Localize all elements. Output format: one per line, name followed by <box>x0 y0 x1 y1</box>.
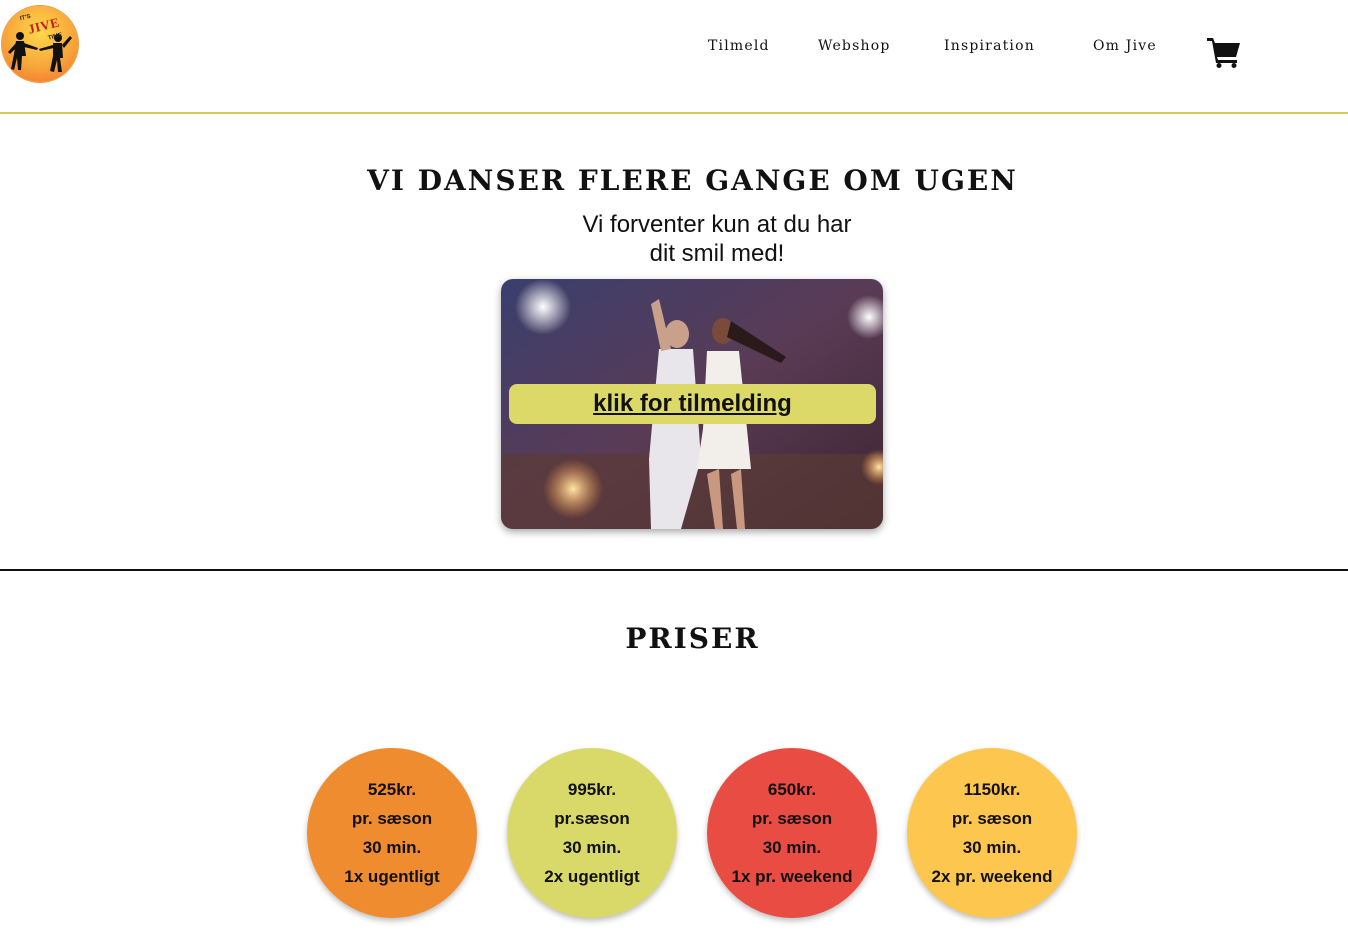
logo[interactable]: IT'S JIVE TIME <box>2 6 78 82</box>
price-frequency: 2x ugentligt <box>544 867 640 886</box>
price-period: pr.sæson <box>554 809 630 828</box>
signup-cta-button[interactable]: klik for tilmelding <box>509 384 876 424</box>
price-frequency: 2x pr. weekend <box>931 867 1053 886</box>
nav-item-om-jive[interactable]: Om Jive <box>1093 38 1157 54</box>
site-header: IT'S JIVE TIME Tilmeld Webshop Inspirati… <box>0 0 1348 114</box>
price-duration: 30 min. <box>362 838 422 857</box>
price-period: pr. sæson <box>351 809 433 828</box>
shopping-cart-icon[interactable] <box>1206 36 1242 68</box>
pricing-title: PRISER <box>625 622 760 655</box>
price-frequency: 1x pr. weekend <box>731 867 853 886</box>
hero-subtitle: Vi forventer kun at du har dit smil med! <box>0 210 1348 268</box>
price-amount: 995kr. <box>567 780 617 799</box>
price-card-1[interactable]: 525kr. pr. sæson 30 min. 1x ugentligt <box>307 748 477 918</box>
hero-subtitle-line-2: dit smil med! <box>649 240 785 267</box>
price-frequency: 1x ugentligt <box>344 867 440 886</box>
price-duration: 30 min. <box>762 838 822 857</box>
price-duration: 30 min. <box>962 838 1022 857</box>
price-duration: 30 min. <box>562 838 622 857</box>
price-card-2[interactable]: 995kr. pr.sæson 30 min. 2x ugentligt <box>507 748 677 918</box>
price-amount: 525kr. <box>367 780 417 799</box>
price-period: pr. sæson <box>751 809 833 828</box>
hero-image-card[interactable]: klik for tilmelding <box>501 279 883 529</box>
price-period: pr. sæson <box>951 809 1033 828</box>
price-card-4[interactable]: 1150kr. pr. sæson 30 min. 2x pr. weekend <box>907 748 1077 918</box>
hero-title: VI DANSER FLERE GANGE OM UGEN <box>367 164 1018 197</box>
hero-subtitle-line-1: Vi forventer kun at du har <box>582 211 852 238</box>
price-card-3[interactable]: 650kr. pr. sæson 30 min. 1x pr. weekend <box>707 748 877 918</box>
dancers-silhouette-icon <box>8 32 72 72</box>
price-amount: 650kr. <box>767 780 817 799</box>
price-amount: 1150kr. <box>963 780 1021 799</box>
nav-item-tilmeld[interactable]: Tilmeld <box>708 38 770 54</box>
nav-item-inspiration[interactable]: Inspiration <box>944 38 1035 54</box>
nav-item-webshop[interactable]: Webshop <box>818 38 891 54</box>
section-divider <box>0 569 1348 571</box>
